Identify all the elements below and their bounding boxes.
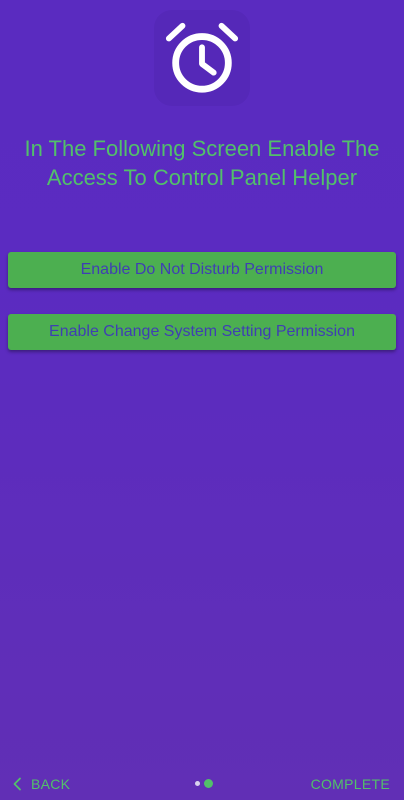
page-dot-2-active (204, 779, 213, 788)
bottom-navigation-bar: BACK COMPLETE (0, 768, 404, 800)
complete-label: COMPLETE (310, 776, 390, 792)
enable-system-setting-button[interactable]: Enable Change System Setting Permission (8, 314, 396, 350)
chevron-left-icon (13, 777, 21, 791)
back-button[interactable]: BACK (12, 768, 70, 800)
back-label: BACK (31, 776, 71, 792)
alarm-clock-icon (154, 10, 250, 106)
page-title: In The Following Screen Enable The Acces… (24, 136, 380, 190)
page-dot-1 (195, 781, 200, 786)
page-indicator (195, 779, 213, 788)
enable-do-not-disturb-button[interactable]: Enable Do Not Disturb Permission (8, 252, 396, 288)
complete-button[interactable]: COMPLETE (311, 768, 390, 800)
onboarding-screen: In The Following Screen Enable The Acces… (0, 0, 404, 800)
